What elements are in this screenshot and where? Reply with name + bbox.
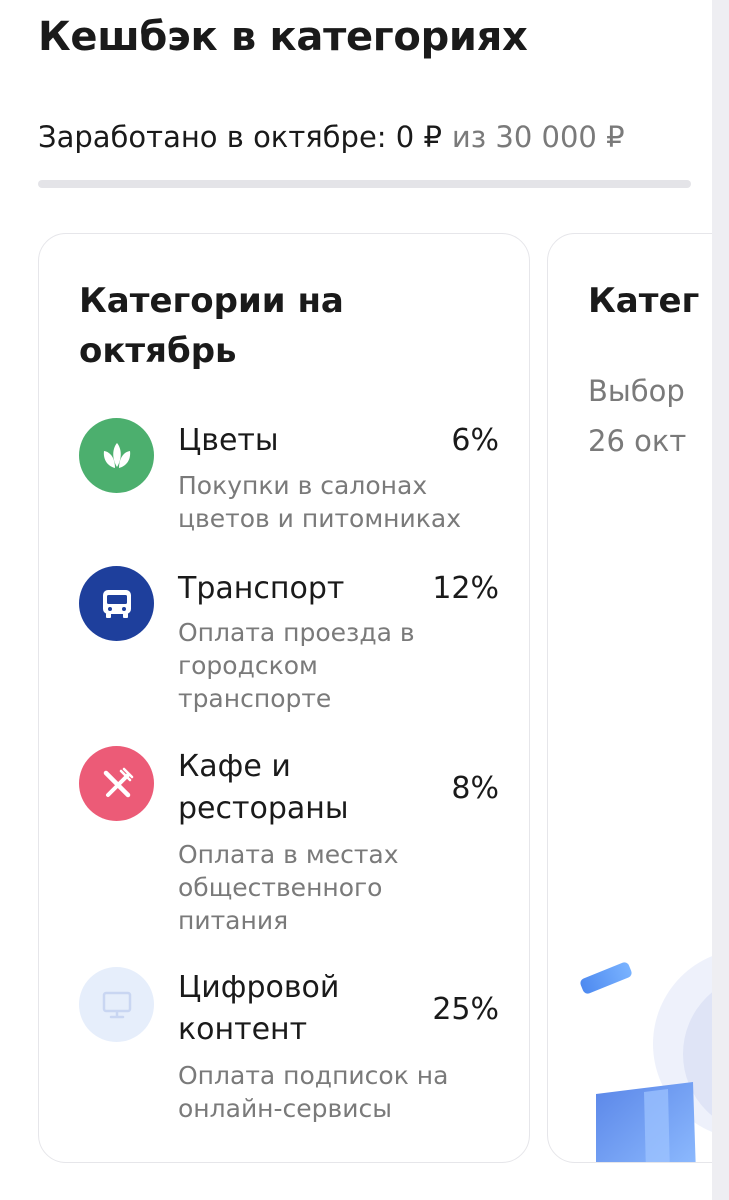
fork-knife-icon [79,746,154,821]
flower-icon [79,418,154,493]
page-title: Кешбэк в категориях [38,14,528,60]
bus-icon [79,566,154,641]
category-description: Оплата проезда в городском транспорте [178,618,415,713]
category-name: Цифровой контент [178,970,340,1047]
category-description: Покупки в салонах цветов и питомниках [178,471,461,533]
category-description: Оплата подписок на онлайн-сервисы [178,1061,449,1123]
category-name: Кафе и рестораны [178,749,349,826]
next-card-line-2: 26 окт [588,424,687,458]
next-card-title: Катег [588,281,700,321]
category-percent: 6% [451,423,499,458]
earned-amount: Заработано в октябре: 0 ₽ [38,120,442,154]
category-name: Транспорт [178,571,345,606]
category-percent: 25% [432,992,499,1027]
category-percent: 8% [451,771,499,806]
next-card-line-1: Выбор [588,374,685,408]
cashback-progress-bar [38,180,691,188]
scroll-edge [712,0,729,1200]
categories-card[interactable]: Категории на октябрь Цветы 6% Покупки в … [38,233,530,1163]
monitor-icon [79,967,154,1042]
category-name: Цветы [178,423,279,458]
category-percent: 12% [432,571,499,606]
card-title: Категории на октябрь [79,281,344,371]
gift-illustration [580,956,712,1162]
earned-summary: Заработано в октябре: 0 ₽ из 30 000 ₽ [38,120,625,154]
next-card-text: Выбор 26 окт [588,366,686,466]
cashback-panel: Кешбэк в категориях Заработано в октябре… [0,0,712,1200]
next-card[interactable]: Катег Выбор 26 окт [547,233,712,1163]
earned-limit: из 30 000 ₽ [451,120,625,154]
category-description: Оплата в местах общественного питания [178,840,399,935]
